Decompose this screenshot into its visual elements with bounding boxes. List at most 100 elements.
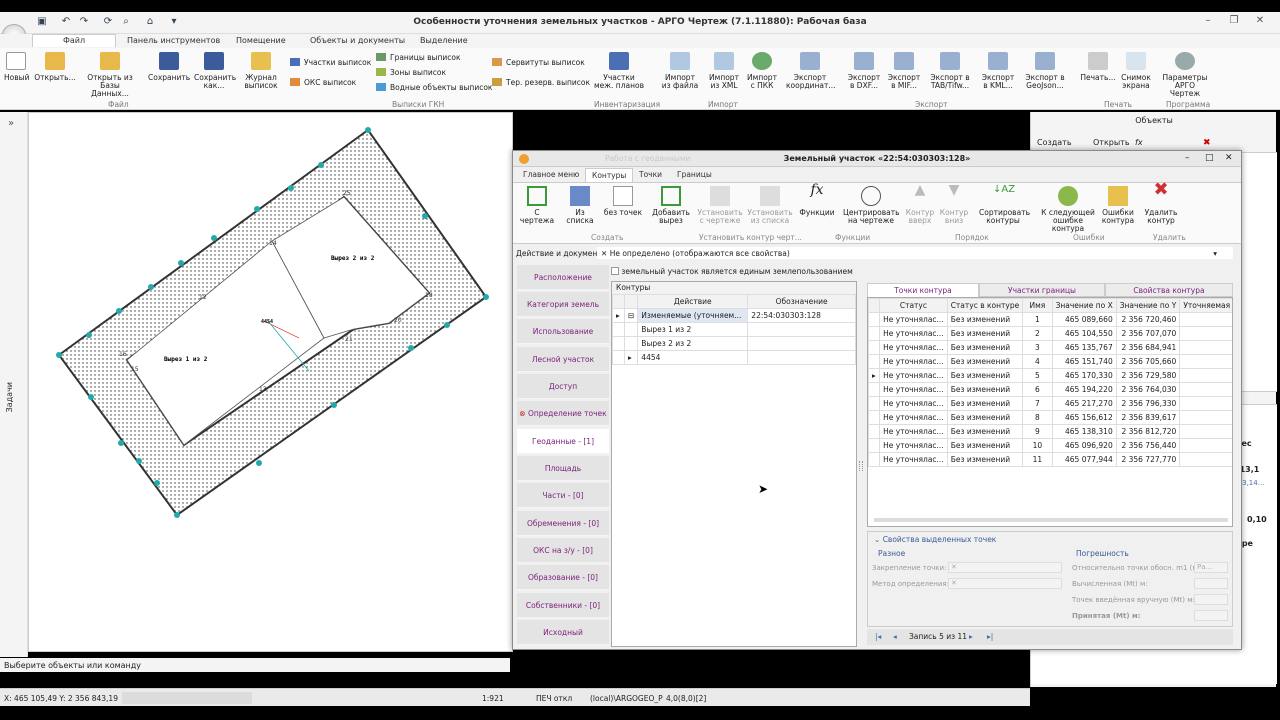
table-row[interactable]: Не уточнялас... Без изменений 7 465 217,270…	[868, 396, 1232, 411]
export-mif-button[interactable]: Экспорт в MIF...	[886, 52, 922, 90]
table-cell[interactable]: 465 104,550	[1051, 326, 1117, 341]
table-cell[interactable]: Не уточнялас...	[879, 326, 948, 341]
export-geojson-button[interactable]: Экспорт в GeoJson...	[1022, 52, 1068, 90]
nav-oks[interactable]: ОКС на з/у - [0]	[517, 538, 609, 563]
center-button[interactable]: Центрировать на чертеже	[843, 186, 900, 225]
last-record-icon[interactable]: ▸|	[987, 632, 993, 641]
table-cell[interactable]	[1179, 410, 1232, 425]
fix-select[interactable]: ✕	[948, 562, 1062, 573]
table-cell[interactable]: 465 170,330	[1051, 368, 1117, 383]
set-from-drawing-button[interactable]: Установить с чертеже	[697, 186, 743, 225]
table-cell[interactable]: Без изменений	[946, 326, 1024, 341]
first-record-icon[interactable]: |◂	[875, 632, 881, 641]
table-cell[interactable]: 2 356 727,770	[1115, 452, 1181, 467]
col-action[interactable]: Действие	[637, 294, 749, 309]
row-indicator[interactable]	[868, 354, 881, 369]
tab-room[interactable]: Помещение	[236, 36, 286, 45]
method-select[interactable]: ✕	[948, 578, 1062, 589]
add-cut-button[interactable]: Добавить вырез	[649, 186, 693, 225]
nav-area[interactable]: Площадь	[517, 456, 609, 481]
tasks-strip[interactable]: » Задачи	[0, 112, 28, 657]
table-cell[interactable]	[1179, 340, 1232, 355]
table-cell[interactable]: 11	[1022, 452, 1053, 467]
servitudes-button[interactable]: Сервитуты выписок	[492, 58, 585, 67]
export-coords-button[interactable]: Экспорт координат...	[786, 52, 836, 90]
accepted-field[interactable]	[1194, 610, 1228, 621]
horizontal-scrollbar[interactable]	[874, 518, 1228, 522]
oks-button[interactable]: ОКС выписок	[290, 78, 356, 87]
unified-use-checkbox[interactable]: земельный участок является единым землеп…	[611, 267, 853, 276]
nav-access[interactable]: Доступ	[517, 374, 609, 399]
table-cell[interactable]: Без изменений	[946, 424, 1024, 439]
tab-file[interactable]: Файл	[32, 34, 117, 47]
checkbox-box[interactable]	[611, 267, 619, 275]
nav-point-definition[interactable]: ⊗ Определение точек	[517, 401, 609, 426]
params-button[interactable]: Параметры АРГО Чертеж	[1160, 52, 1210, 98]
table-cell[interactable]: 2 356 812,720	[1115, 424, 1181, 439]
points-table[interactable]: Статус Статус в контуре Имя Значение по …	[868, 298, 1232, 467]
prev-record-icon[interactable]: ◂	[893, 632, 897, 641]
new-button[interactable]: Новый	[4, 52, 29, 82]
table-cell[interactable]: 5	[1022, 368, 1053, 383]
functions-button[interactable]: fx Функции	[799, 183, 835, 217]
table-cell[interactable]: 9	[1022, 424, 1053, 439]
table-row[interactable]: Не уточнялас... Без изменений 3 465 135,767…	[868, 340, 1232, 355]
table-cell[interactable]: Не уточнялас...	[879, 438, 948, 453]
import-file-button[interactable]: Импорт из файла	[660, 52, 700, 90]
open-object-button[interactable]: Открыть	[1093, 138, 1130, 147]
action-select[interactable]: ✕ Не определено (отображаются все свойст…	[597, 247, 1233, 259]
nav-parts[interactable]: Части - [0]	[517, 483, 609, 508]
errors-button[interactable]: Ошибки контура	[1101, 186, 1135, 225]
table-cell[interactable]	[1179, 326, 1232, 341]
table-row[interactable]: Не уточнялас... Без изменений 6 465 194,220…	[868, 382, 1232, 397]
table-cell[interactable]: 2 356 796,330	[1115, 396, 1181, 411]
save-button[interactable]: Сохранить	[148, 52, 190, 82]
from-list-button[interactable]: Из списка	[561, 186, 599, 225]
table-row[interactable]: Не уточнялас... Без изменений 9 465 138,310…	[868, 424, 1232, 439]
manual-field[interactable]	[1194, 594, 1228, 605]
nav-encumbrances[interactable]: Обременения - [0]	[517, 511, 609, 536]
table-cell[interactable]	[1179, 368, 1232, 383]
table-cell[interactable]: 8	[1022, 410, 1053, 425]
table-cell[interactable]: Не уточнялас...	[879, 452, 948, 467]
row-indicator[interactable]	[868, 438, 881, 453]
tab-objects-docs[interactable]: Объекты и документы	[310, 36, 405, 45]
row-indicator[interactable]	[868, 326, 881, 341]
table-row[interactable]: Не уточнялас... Без изменений 10 465 096,92…	[868, 438, 1232, 453]
table-cell[interactable]	[1179, 424, 1232, 439]
nav-formation[interactable]: Образование - [0]	[517, 565, 609, 590]
table-cell[interactable]: 2 356 720,460	[1115, 312, 1181, 327]
contour-down-button[interactable]: ▼ Контур вниз	[939, 183, 969, 225]
table-cell[interactable]: 2 356 684,941	[1115, 340, 1181, 355]
set-from-list-button[interactable]: Установить из списка	[747, 186, 793, 225]
delete-contour-button[interactable]: ✖ Удалить контур	[1143, 181, 1179, 225]
expand-icon[interactable]: »	[8, 118, 14, 129]
col-designation[interactable]: Обозначение	[747, 294, 856, 309]
table-row[interactable]: ▸ 4454	[612, 350, 856, 365]
sort-button[interactable]: ↓AZ Сортировать контуры	[979, 185, 1030, 225]
tab-contours[interactable]: Контуры	[585, 168, 634, 182]
rel-select[interactable]: Ра...	[1194, 562, 1228, 573]
import-xml-button[interactable]: Импорт из XML	[706, 52, 742, 90]
table-cell[interactable]: 465 135,767	[1051, 340, 1117, 355]
table-cell[interactable]: 7	[1022, 396, 1053, 411]
tab-contour-properties[interactable]: Свойства контура	[1105, 283, 1233, 297]
row-indicator[interactable]	[868, 452, 881, 467]
table-cell[interactable]: Без изменений	[946, 312, 1024, 327]
nav-original[interactable]: Исходный	[517, 620, 609, 645]
nav-geodata[interactable]: Геоданные - [1]	[517, 429, 609, 454]
table-row[interactable]: Вырез 1 из 2	[612, 322, 856, 337]
drawing-svg[interactable]: 12 13 14 15 16 18 20 21 25 Вырез 1 из 2 …	[29, 113, 514, 653]
col-x[interactable]: Значение по X	[1051, 298, 1117, 313]
clear-icon[interactable]: ✕	[601, 249, 607, 258]
chevron-down-icon[interactable]: ▾	[1213, 249, 1217, 258]
table-row[interactable]: Не уточнялас... Без изменений 2 465 104,550…	[868, 326, 1232, 341]
table-cell[interactable]: 2 356 707,070	[1115, 326, 1181, 341]
tab-border-parts[interactable]: Участки границы	[979, 283, 1105, 297]
table-cell[interactable]	[1179, 382, 1232, 397]
table-cell[interactable]: 465 156,612	[1051, 410, 1117, 425]
table-cell[interactable]: 465 096,920	[1051, 438, 1117, 453]
col-status[interactable]: Статус	[879, 298, 948, 313]
table-cell[interactable]: 2 356 705,660	[1115, 354, 1181, 369]
parcels-button[interactable]: Участки выписок	[290, 58, 371, 67]
